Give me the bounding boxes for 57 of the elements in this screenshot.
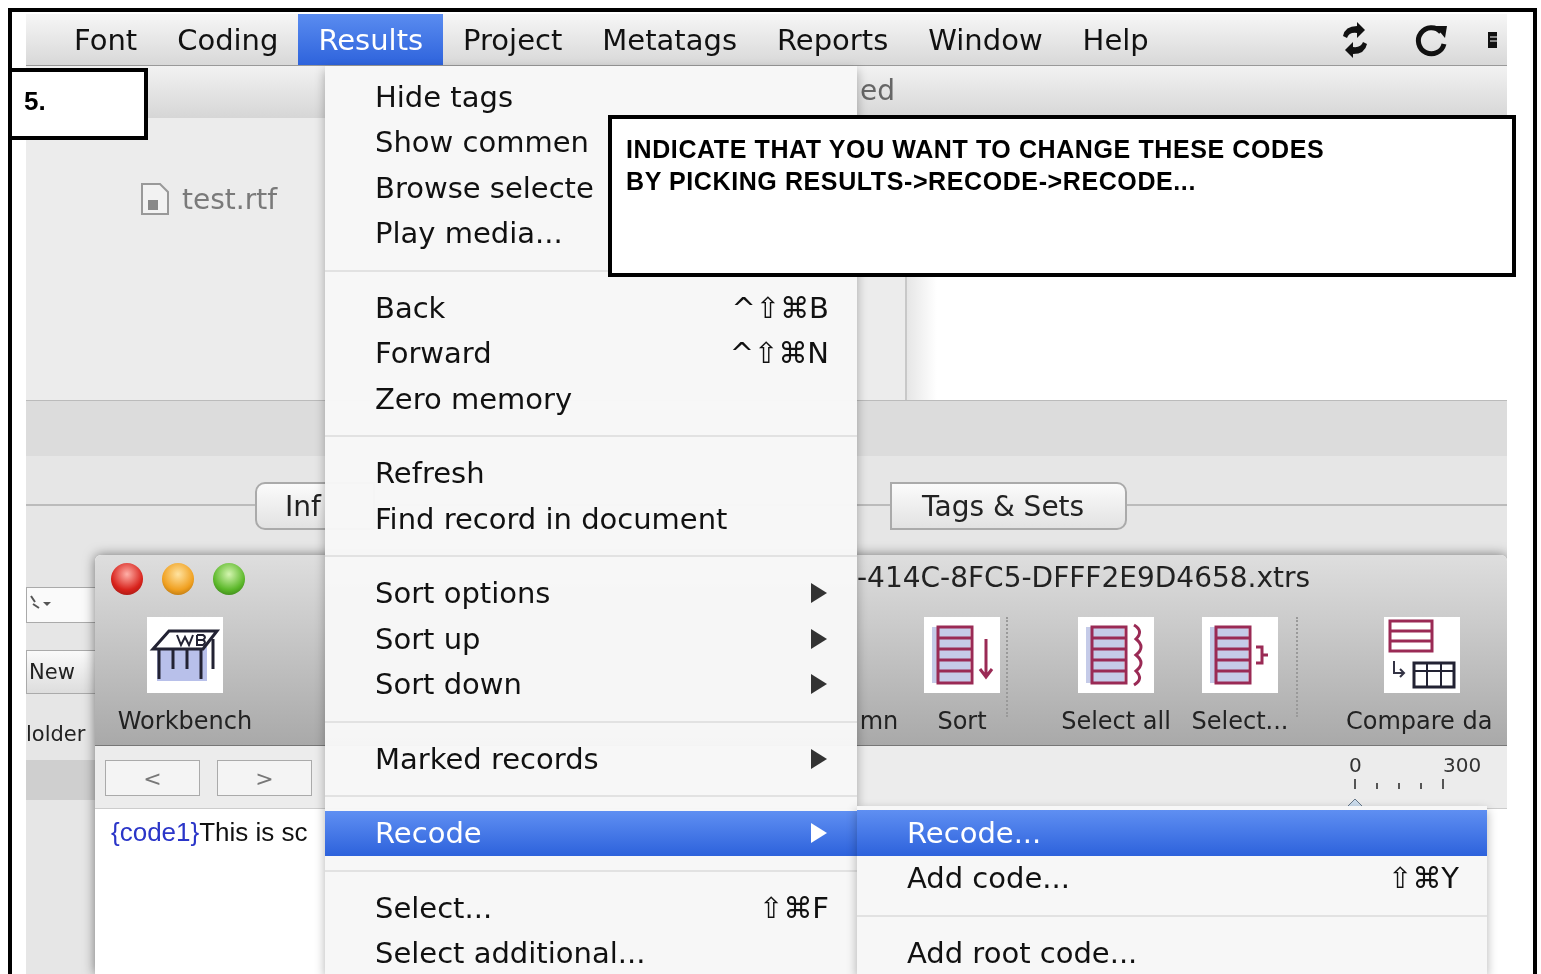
instruction-text: INDICATE THAT YOU WANT TO CHANGE THESE CODES BY PICKING RESULTS->RECODE->RECODE... [626, 134, 1326, 197]
menu-item[interactable]: Sort options [325, 570, 857, 616]
toolbar-button[interactable]: mn [859, 707, 899, 735]
menu-bar-item[interactable]: Reports [757, 14, 909, 65]
header-text: ed [860, 74, 895, 107]
document-text: {code1}This is sc [111, 817, 308, 848]
menu-item[interactable]: Add code... ⇧⌘Y [857, 855, 1487, 901]
toolbar-button[interactable]: Sort [937, 707, 987, 735]
tab[interactable]: Tags & Sets [890, 482, 1127, 530]
toolbar-button[interactable]: Select... [1191, 707, 1289, 735]
sidebar-label: lolder [26, 722, 86, 746]
submenu-arrow-icon [809, 581, 829, 606]
submenu-arrow-icon [809, 746, 829, 771]
shortcut-text: ⇧⌘Y [1388, 861, 1459, 896]
menu-bar-item[interactable]: Results [298, 14, 444, 65]
ruler-label: 0 [1349, 753, 1362, 777]
menu-item[interactable]: Select additional... [325, 930, 857, 974]
step-number: 5. [24, 86, 46, 116]
menu-item[interactable]: Zero memory [325, 376, 857, 422]
shortcut-text: ^⇧⌘N [729, 336, 829, 371]
nav-button[interactable]: < [105, 760, 200, 796]
menu-bar-item[interactable]: Font [54, 14, 158, 65]
menu-item[interactable]: Marked records [325, 736, 857, 782]
workbench-icon [147, 617, 223, 693]
toolbar-button[interactable]: Compare da [1346, 707, 1493, 735]
nav-button[interactable]: > [217, 760, 312, 796]
menu-item[interactable]: Select... ⇧⌘F [325, 885, 857, 931]
menu-bar-item[interactable]: Coding [157, 14, 299, 65]
submenu-arrow-icon [809, 821, 829, 846]
menu-bar-item[interactable]: Project [443, 14, 583, 65]
close-button[interactable] [111, 563, 143, 595]
toolbar-button[interactable]: Workbench [117, 707, 253, 735]
table-rows-icon [1078, 617, 1154, 693]
submenu-arrow-icon [809, 626, 829, 651]
window-title: -414C-8FC5-DFFF2E9D4658.xtrs [857, 561, 1311, 594]
menu-item[interactable]: Add root code... [857, 930, 1487, 974]
submenu-arrow-icon [809, 672, 829, 697]
zoom-button[interactable] [213, 563, 245, 595]
menu-item[interactable]: Sort down [325, 661, 857, 707]
menu-item[interactable]: Recode... [857, 810, 1487, 856]
menu-item[interactable]: Forward ^⇧⌘N [325, 330, 857, 376]
menu-item[interactable]: Back ^⇧⌘B [325, 285, 857, 331]
file-name[interactable]: test.rtf [182, 182, 278, 216]
new-button[interactable]: New [26, 650, 96, 694]
ruler-label: 300 [1443, 753, 1482, 777]
shortcut-text: ^⇧⌘B [731, 290, 829, 325]
table-rows-icon [1202, 617, 1278, 693]
search-field[interactable] [26, 587, 96, 623]
compare-data-icon [1384, 617, 1460, 693]
toolbar-button[interactable]: Select all [1061, 707, 1171, 735]
menu-bar-item[interactable]: Window [908, 14, 1063, 65]
menu-item[interactable]: Sort up [325, 616, 857, 662]
menu-bar-item[interactable]: Help [1062, 14, 1169, 65]
sort-icon [924, 617, 1000, 693]
menu-bar-item[interactable]: Metatags [582, 14, 757, 65]
shortcut-text: ⇧⌘F [759, 890, 829, 925]
menu-item[interactable]: Recode [325, 810, 857, 856]
